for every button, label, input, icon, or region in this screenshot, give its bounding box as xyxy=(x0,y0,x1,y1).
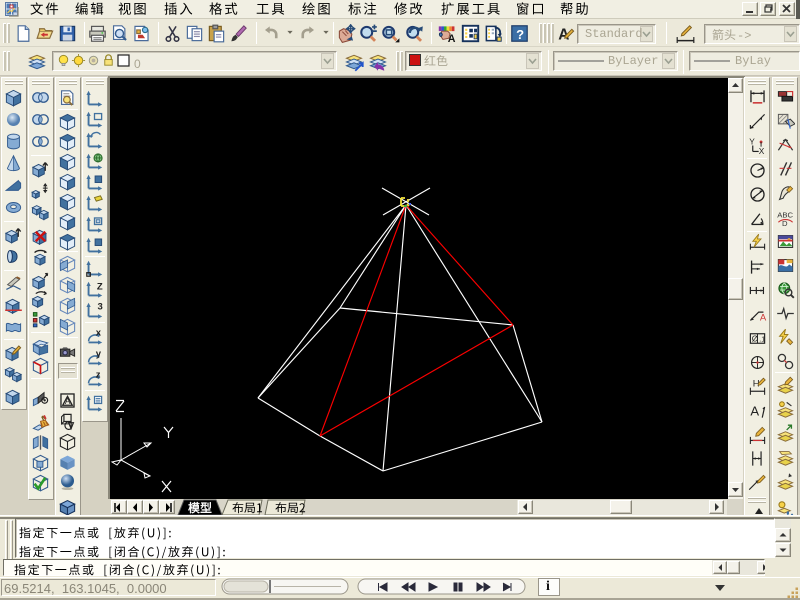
svg-text:D: D xyxy=(782,219,788,227)
svg-text:X: X xyxy=(759,146,765,155)
svg-text:y: y xyxy=(96,348,102,359)
svg-text:z: z xyxy=(96,369,101,380)
svg-text:A: A xyxy=(448,33,456,43)
svg-text:.1: .1 xyxy=(759,335,765,343)
svg-text:3: 3 xyxy=(97,301,102,312)
svg-text:x: x xyxy=(96,327,102,338)
svg-text:Z: Z xyxy=(97,282,103,293)
svg-text:A: A xyxy=(750,403,759,418)
svg-text:A: A xyxy=(65,396,71,406)
svg-text:?: ? xyxy=(516,27,524,42)
svg-text:Y: Y xyxy=(749,136,755,146)
svg-text:Ø: Ø xyxy=(752,333,759,343)
svg-text:A: A xyxy=(760,312,767,323)
